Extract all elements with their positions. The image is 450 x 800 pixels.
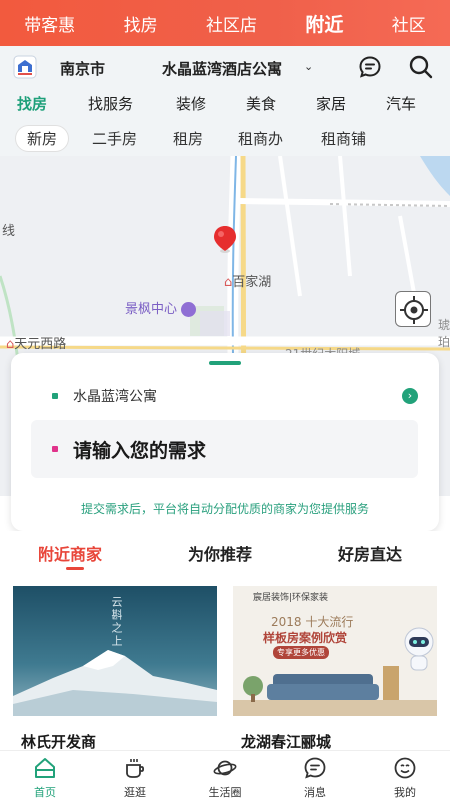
top-tab-bar: 带客惠 找房 社区店 附近 社区	[0, 0, 450, 46]
request-hint: 提交需求后，平台将自动分配优质的商家为您提供服务	[80, 502, 369, 516]
category-find-house[interactable]: 找房	[17, 93, 47, 114]
sub-tab-new-house[interactable]: 新房	[15, 125, 70, 152]
nav-label: 逛逛	[124, 786, 146, 799]
category-tabs: 找房 找服务 装修 美食 家居 汽车	[0, 88, 450, 120]
city-selector[interactable]: 南京市	[60, 58, 105, 79]
tab-good-house[interactable]: 好房直达	[338, 541, 402, 565]
category-find-service[interactable]: 找服务	[88, 93, 133, 114]
image-title: 2018 十大流行	[271, 615, 354, 629]
active-tab-indicator	[66, 567, 84, 570]
request-card: 水晶蓝湾公寓 › 请输入您的需求 提交需求后，平台将自动分配优质的商家为您提供服…	[11, 353, 439, 531]
address-text[interactable]: 水晶蓝湾公寓	[73, 386, 157, 406]
nav-mine[interactable]: 我的	[370, 751, 440, 800]
chevron-right-icon[interactable]: ›	[402, 388, 418, 404]
merchant-name: 林氏开发商	[21, 733, 97, 751]
map-label-tianyuan: ⌂天元西路	[6, 337, 67, 352]
requirement-input[interactable]: 请输入您的需求	[31, 420, 418, 478]
requirement-placeholder: 请输入您的需求	[73, 440, 207, 462]
category-food[interactable]: 美食	[246, 93, 276, 114]
map-label-jingfeng: 景枫中心	[125, 298, 197, 317]
locate-button[interactable]	[395, 291, 431, 327]
app-logo-icon	[13, 55, 37, 79]
sub-tab-second-hand[interactable]: 二手房	[92, 128, 137, 149]
top-tab-community[interactable]: 社区	[392, 11, 426, 36]
drag-handle[interactable]	[209, 361, 241, 365]
top-tab-find-house[interactable]: 找房	[124, 11, 158, 36]
nav-label: 首页	[34, 786, 56, 799]
image-brand: 宸居装饰|环保家装	[253, 593, 329, 603]
chevron-down-icon[interactable]: ⌄	[304, 60, 313, 73]
nav-label: 我的	[394, 786, 416, 799]
message-icon	[304, 757, 326, 779]
location-selector[interactable]: 水晶蓝湾酒店公寓	[162, 58, 282, 79]
crosshair-icon	[400, 296, 428, 324]
nav-label: 消息	[304, 786, 326, 799]
sub-category-tabs: 新房 二手房 租房 租商办 租商铺	[0, 120, 450, 156]
sub-tab-rent-office[interactable]: 租商办	[238, 128, 283, 149]
category-renovation[interactable]: 装修	[176, 93, 206, 114]
image-caption: 云斟之上	[110, 596, 123, 648]
top-tab-deals[interactable]: 带客惠	[24, 11, 75, 36]
merchant-card[interactable]: 宸居装饰|环保家装 2018 十大流行 样板房案例欣赏 专享更多优惠 龙湖春江郦…	[233, 586, 437, 751]
top-tab-nearby[interactable]: 附近	[305, 10, 343, 37]
message-icon[interactable]	[358, 55, 382, 79]
address-marker	[52, 393, 58, 399]
coffee-cup-icon	[126, 759, 145, 778]
bottom-nav: 首页 逛逛 生活圈 消息 我的	[0, 750, 450, 800]
location-pin-icon	[214, 226, 236, 253]
image-subtitle: 样板房案例欣赏	[263, 631, 348, 645]
category-car[interactable]: 汽车	[386, 93, 416, 114]
nav-messages[interactable]: 消息	[280, 751, 350, 800]
planet-icon	[213, 760, 237, 776]
nav-home[interactable]: 首页	[10, 751, 80, 800]
merchant-image: 云斟之上	[13, 586, 217, 716]
nav-life-circle[interactable]: 生活圈	[190, 751, 260, 800]
sub-tab-rent[interactable]: 租房	[173, 128, 203, 149]
category-home[interactable]: 家居	[316, 93, 346, 114]
merchant-card[interactable]: 云斟之上 林氏开发商	[13, 586, 217, 751]
merchant-image: 宸居装饰|环保家装 2018 十大流行 样板房案例欣赏 专享更多优惠	[233, 586, 437, 716]
nav-browse[interactable]: 逛逛	[100, 751, 170, 800]
merchant-list: 云斟之上 林氏开发商 宸居装饰|环保家装 2018 十大流行 样板房案例欣赏 专…	[0, 577, 450, 751]
smiley-icon	[394, 757, 416, 779]
nav-label: 生活圈	[208, 786, 242, 799]
tab-nearby-merchants[interactable]: 附近商家	[38, 541, 102, 565]
requirement-marker	[52, 446, 58, 452]
map-label-right: 琥珀	[438, 318, 450, 349]
map-label-road: 线	[2, 224, 16, 239]
home-icon	[35, 758, 55, 778]
map-label-baijiahu: ⌂百家湖	[224, 275, 272, 290]
search-icon[interactable]	[408, 54, 434, 80]
robot-mascot-icon	[404, 627, 434, 671]
section-tabs: 附近商家 为你推荐 好房直达	[0, 531, 450, 577]
top-tab-community-store[interactable]: 社区店	[206, 11, 257, 36]
location-header: 南京市 水晶蓝湾酒店公寓 ⌄	[0, 46, 450, 88]
sub-tab-rent-shop[interactable]: 租商铺	[321, 128, 366, 149]
tab-recommended[interactable]: 为你推荐	[188, 541, 252, 565]
merchant-name: 龙湖春江郦城	[241, 733, 332, 751]
